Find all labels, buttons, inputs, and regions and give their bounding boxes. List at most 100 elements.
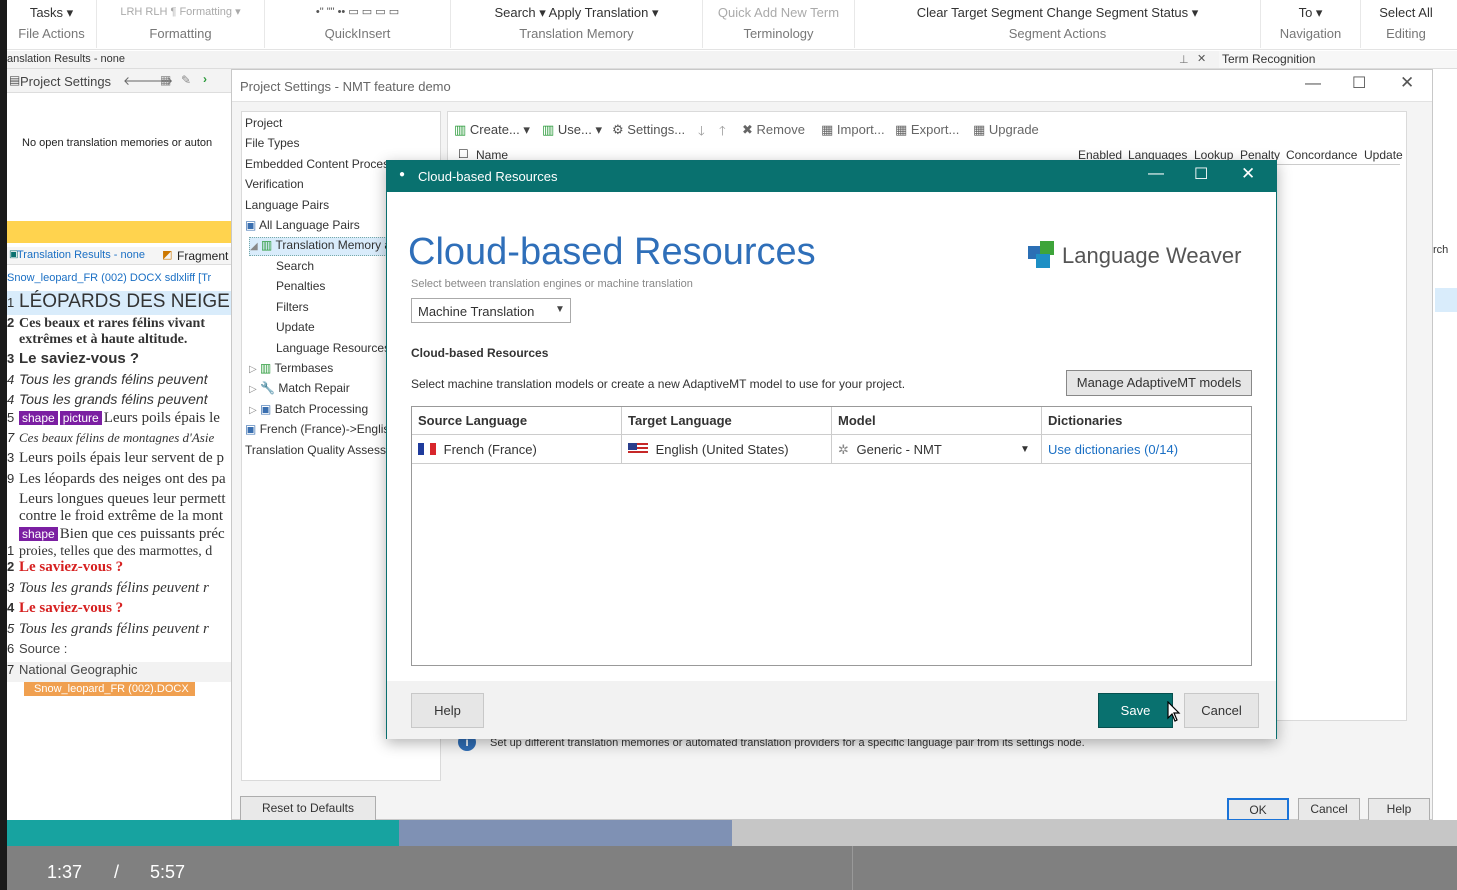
help-button[interactable]: Help xyxy=(411,693,484,728)
segment-row[interactable]: 5 shape picture Leurs poils épais le xyxy=(7,410,220,430)
list-icon[interactable]: ▦ xyxy=(160,73,171,87)
expand-arrow-icon[interactable]: ▷ xyxy=(249,384,257,395)
pin-icon[interactable]: ⊥ xyxy=(1179,53,1189,66)
tree-item-batch-processing[interactable]: ▷ ▣ Batch Processing xyxy=(249,402,368,416)
batch-icon: ▣ xyxy=(260,402,272,416)
maximize-icon[interactable]: ☐ xyxy=(1352,73,1366,93)
source-language-cell[interactable]: French (France) xyxy=(412,435,622,464)
yellow-separator xyxy=(7,221,233,243)
expand-arrow-icon[interactable]: ▷ xyxy=(249,405,257,416)
project-settings-tab[interactable]: Project Settings xyxy=(20,74,111,89)
ribbon-group-translation-memory: Search ▾ Apply Translation ▾ Translation… xyxy=(451,0,703,48)
segment-row[interactable]: contre le froid extrême de la mont xyxy=(7,508,223,528)
segment-row[interactable]: 7 National Geographic xyxy=(7,662,233,682)
tree-item-file-types[interactable]: File Types xyxy=(245,136,299,150)
use-icon: ▥ xyxy=(542,122,555,137)
reset-to-defaults-button[interactable]: Reset to Defaults xyxy=(240,796,376,821)
move-down-icon[interactable]: 🡓 xyxy=(698,122,705,144)
tree-item-language-resources[interactable]: Language Resources xyxy=(276,341,390,355)
tree-item-embedded-content[interactable]: Embedded Content Process xyxy=(245,157,395,171)
target-language-cell[interactable]: English (United States) xyxy=(622,435,832,464)
segment-row[interactable]: 9 Les léopards des neiges ont des pa xyxy=(7,471,226,491)
tasks-button[interactable]: Tasks ▾ xyxy=(7,5,96,21)
tree-item-all-language-pairs[interactable]: ▣ All Language Pairs xyxy=(245,218,360,232)
close-icon[interactable]: ✕ xyxy=(1241,164,1255,184)
tree-item-language-pairs[interactable]: Language Pairs xyxy=(245,198,329,212)
expand-arrow-icon[interactable]: ▷ xyxy=(249,364,257,375)
group-label: Terminology xyxy=(743,26,814,41)
maximize-icon[interactable]: ☐ xyxy=(1194,164,1208,184)
language-pairs-icon: ▣ xyxy=(245,218,257,232)
close-icon[interactable]: ✕ xyxy=(1197,52,1206,65)
translation-results-tab[interactable]: Translation Results - none xyxy=(17,249,145,261)
segment-row[interactable]: extrêmes et à haute altitude. xyxy=(7,332,187,352)
expand-arrow-icon[interactable]: ◢ xyxy=(250,241,258,252)
segment-row[interactable]: 3 Leurs poils épais leur servent de p xyxy=(7,450,224,470)
export-button[interactable]: ▦ Export... xyxy=(895,122,959,138)
group-label: QuickInsert xyxy=(324,26,391,41)
tree-item-filters[interactable]: Filters xyxy=(276,300,309,314)
segment-row[interactable]: 3 Le saviez-vous ? xyxy=(7,350,139,370)
remove-button[interactable]: ✖ Remove xyxy=(742,122,805,138)
save-button[interactable]: Save xyxy=(1098,693,1173,728)
segment-row[interactable]: 1 LÉOPARDS DES NEIGE xyxy=(7,291,233,315)
ribbon-group-editing: Select All Editing xyxy=(1361,0,1451,48)
file-end-tag: Snow_leopard_FR (002).DOCX xyxy=(24,682,195,696)
quick-add-term-button[interactable]: Quick Add New Term xyxy=(703,5,854,20)
manage-adaptivemt-button[interactable]: Manage AdaptiveMT models xyxy=(1066,370,1252,396)
mouse-cursor-icon xyxy=(1167,701,1181,722)
select-all-checkbox[interactable]: ☐ xyxy=(458,147,469,161)
quickinsert-buttons[interactable]: •" "" •• ▭ ▭ ▭ ▭ xyxy=(265,5,450,18)
import-button[interactable]: ▦ Import... xyxy=(821,122,885,138)
move-up-icon[interactable]: 🡑 xyxy=(719,122,726,144)
segment-action-buttons[interactable]: Clear Target Segment Change Segment Stat… xyxy=(855,5,1260,21)
select-hint: Select between translation engines or ma… xyxy=(411,278,693,290)
model-cell-dropdown[interactable]: ✲ Generic - NMT ▼ xyxy=(832,435,1042,464)
segment-row[interactable]: 4 Tous les grands félins peuvent xyxy=(7,371,208,391)
goto-button[interactable]: To ▾ xyxy=(1261,5,1360,21)
project-settings-titlebar: Project Settings - NMT feature demo — ☐ … xyxy=(232,70,1432,102)
formatting-buttons[interactable]: LRH RLH ¶ Formatting ▾ xyxy=(97,5,264,18)
segment-row[interactable]: 4 Le saviez-vous ? xyxy=(7,600,123,620)
segment-row[interactable]: 7 Ces beaux félins de montagnes d'Asie xyxy=(7,430,214,450)
tree-item-search[interactable]: Search xyxy=(276,259,314,273)
group-label: Segment Actions xyxy=(1008,26,1107,41)
section-description: Select machine translation models or cre… xyxy=(411,377,906,391)
help-button[interactable]: Help xyxy=(1368,798,1430,821)
export-icon: ▦ xyxy=(895,122,908,137)
segment-row[interactable]: 6 Source : xyxy=(7,641,67,661)
tree-item-penalties[interactable]: Penalties xyxy=(276,279,325,293)
tm-buttons[interactable]: Search ▾ Apply Translation ▾ xyxy=(451,5,702,21)
col-dictionaries: Dictionaries xyxy=(1042,407,1251,435)
segment-row[interactable]: 5 Tous les grands félins peuvent r xyxy=(7,621,209,641)
tree-item-language-pair-fr-en[interactable]: ▣ French (France)->Englis xyxy=(245,422,389,436)
segment-row[interactable]: 2 Le saviez-vous ? xyxy=(7,559,123,579)
tree-item-match-repair[interactable]: ▷ 🔧 Match Repair xyxy=(249,381,350,395)
tree-item-update[interactable]: Update xyxy=(276,320,315,334)
cancel-button[interactable]: Cancel xyxy=(1298,798,1360,821)
segment-row[interactable]: 4 Tous les grands félins peuvent xyxy=(7,391,208,411)
tree-item-tqa[interactable]: Translation Quality Assessm xyxy=(245,443,396,457)
edit-icon[interactable]: ✎ xyxy=(181,73,191,87)
select-all-button[interactable]: Select All xyxy=(1361,5,1451,20)
fragment-tab[interactable]: Fragment xyxy=(177,249,228,263)
mt-type-dropdown[interactable]: Machine Translation ▼ xyxy=(411,298,571,323)
tree-item-project[interactable]: Project xyxy=(245,116,282,130)
project-settings-title: Project Settings - NMT feature demo xyxy=(240,79,451,94)
ok-button[interactable]: OK xyxy=(1227,798,1289,821)
ribbon-group-segment-actions: Clear Target Segment Change Segment Stat… xyxy=(855,0,1261,48)
cancel-button[interactable]: Cancel xyxy=(1184,693,1259,728)
use-dictionaries-link[interactable]: Use dictionaries (0/14) xyxy=(1042,435,1251,464)
segment-row[interactable]: 3 Tous les grands félins peuvent r xyxy=(7,580,209,600)
upgrade-button[interactable]: ▦ Upgrade xyxy=(973,122,1039,138)
chevron-right-icon[interactable]: › xyxy=(203,72,207,86)
played-progress-bar[interactable] xyxy=(7,820,399,846)
use-button[interactable]: ▥ Use... ▾ xyxy=(542,122,602,138)
minimize-icon[interactable]: — xyxy=(1148,165,1164,183)
create-button[interactable]: ▥ Create... ▾ xyxy=(454,122,530,138)
close-icon[interactable]: ✕ xyxy=(1400,73,1414,93)
tree-item-termbases[interactable]: ▷ ▥ Termbases xyxy=(249,361,333,375)
settings-button[interactable]: ⚙ Settings... xyxy=(612,122,685,138)
tree-item-verification[interactable]: Verification xyxy=(245,177,304,191)
minimize-icon[interactable]: — xyxy=(1305,75,1321,93)
